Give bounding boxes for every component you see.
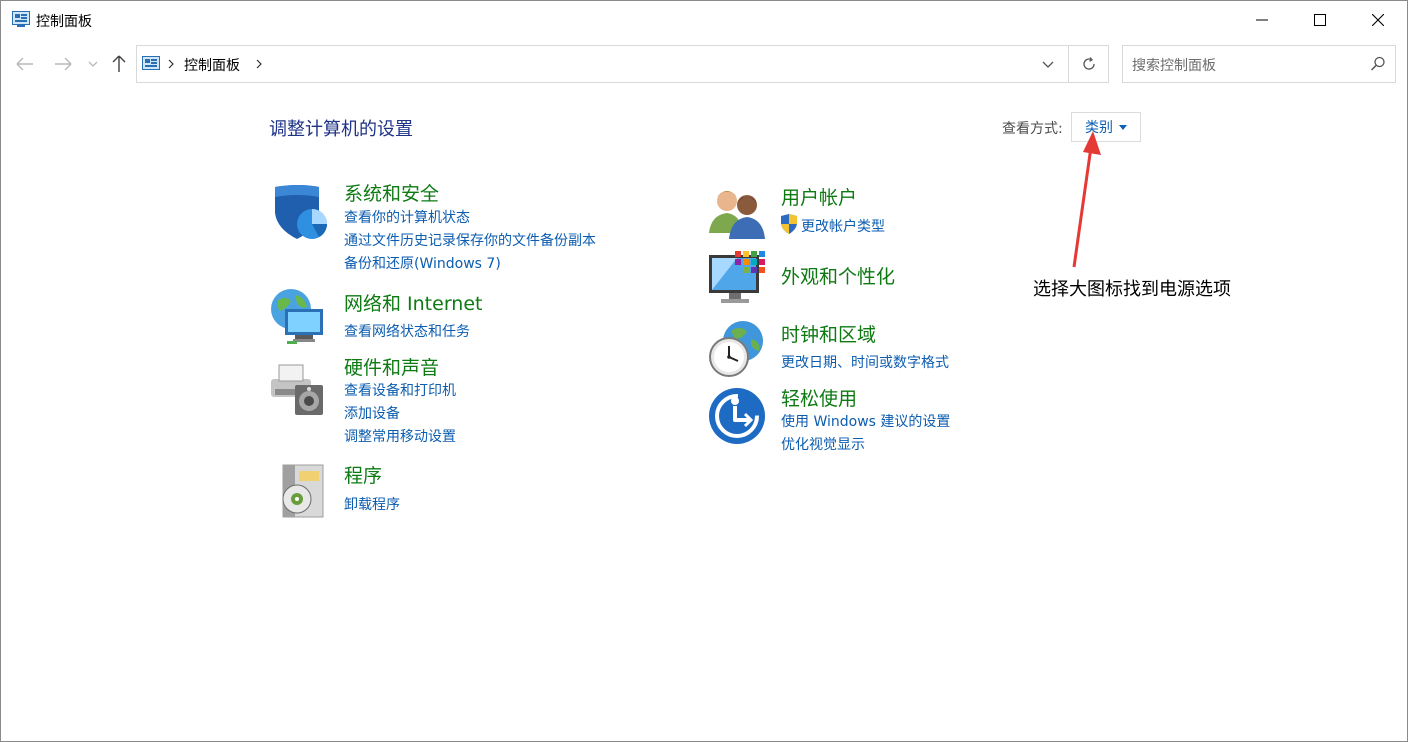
category-network-internet[interactable]: 网络和 Internet bbox=[344, 289, 482, 316]
up-button[interactable] bbox=[108, 51, 130, 77]
chevron-down-icon bbox=[88, 61, 98, 67]
back-arrow-icon bbox=[16, 57, 33, 71]
link-backup-restore[interactable]: 备份和还原(Windows 7) bbox=[344, 253, 501, 273]
link-add-device[interactable]: 添加设备 bbox=[344, 403, 400, 423]
breadcrumb-control-panel[interactable]: 控制面板 bbox=[184, 55, 240, 75]
chevron-right-icon bbox=[168, 59, 174, 69]
minimize-icon bbox=[1256, 19, 1268, 21]
up-arrow-icon bbox=[112, 55, 126, 72]
link-network-status[interactable]: 查看网络状态和任务 bbox=[344, 321, 470, 341]
category-hardware-sound[interactable]: 硬件和声音 bbox=[344, 353, 439, 380]
users-icon[interactable] bbox=[707, 183, 767, 243]
category-system-security[interactable]: 系统和安全 bbox=[344, 179, 439, 206]
link-view-computer-status[interactable]: 查看你的计算机状态 bbox=[344, 207, 470, 227]
refresh-button[interactable] bbox=[1068, 46, 1108, 82]
search-placeholder: 搜索控制面板 bbox=[1132, 58, 1216, 74]
category-appearance-personalization[interactable]: 外观和个性化 bbox=[781, 262, 895, 289]
link-change-date-time-format[interactable]: 更改日期、时间或数字格式 bbox=[781, 352, 949, 372]
category-ease-of-access[interactable]: 轻松使用 bbox=[781, 384, 857, 411]
ease-of-access-icon[interactable] bbox=[707, 386, 767, 446]
control-panel-icon bbox=[12, 11, 30, 27]
programs-disc-icon[interactable] bbox=[269, 461, 329, 521]
network-globe-icon[interactable] bbox=[269, 287, 329, 347]
annotation-arrow bbox=[1072, 131, 1101, 268]
maximize-icon bbox=[1314, 14, 1326, 26]
title-bar: 控制面板 bbox=[1, 1, 1407, 39]
forward-button[interactable] bbox=[52, 51, 74, 77]
caret-down-icon bbox=[1119, 124, 1127, 130]
page-title: 调整计算机的设置 bbox=[269, 119, 413, 140]
maximize-button[interactable] bbox=[1291, 1, 1349, 39]
category-clock-region[interactable]: 时钟和区域 bbox=[781, 320, 876, 347]
view-by-label: 查看方式: bbox=[1002, 121, 1063, 137]
link-devices-printers[interactable]: 查看设备和打印机 bbox=[344, 380, 456, 400]
search-icon[interactable] bbox=[1369, 55, 1387, 73]
forward-arrow-icon bbox=[55, 57, 72, 71]
minimize-button[interactable] bbox=[1233, 1, 1291, 39]
annotation-text: 选择大图标找到电源选项 bbox=[1033, 279, 1231, 300]
clock-globe-icon[interactable] bbox=[707, 319, 767, 379]
chevron-right-icon bbox=[256, 59, 262, 69]
link-mobility-settings[interactable]: 调整常用移动设置 bbox=[344, 426, 456, 446]
search-input[interactable]: 搜索控制面板 bbox=[1122, 45, 1396, 83]
close-button[interactable] bbox=[1349, 1, 1407, 39]
address-dropdown-button[interactable] bbox=[1033, 46, 1063, 82]
monitor-colors-icon[interactable] bbox=[707, 249, 767, 309]
link-file-history-backup[interactable]: 通过文件历史记录保存你的文件备份副本 bbox=[344, 230, 596, 250]
shield-icon[interactable] bbox=[269, 183, 329, 243]
chevron-down-icon bbox=[1042, 61, 1054, 68]
window-title: 控制面板 bbox=[36, 14, 92, 30]
breadcrumb-separator[interactable] bbox=[252, 55, 266, 73]
printer-speaker-icon[interactable] bbox=[269, 359, 329, 419]
uac-shield-icon bbox=[781, 214, 797, 234]
refresh-icon bbox=[1082, 57, 1095, 70]
link-uninstall-program[interactable]: 卸载程序 bbox=[344, 494, 400, 514]
control-panel-window: 控制面板 控制面板 搜索控制面板 调整计算机的设置 查看方式: 类别 系统和安全… bbox=[0, 0, 1408, 742]
breadcrumb-separator[interactable] bbox=[164, 55, 178, 73]
back-button[interactable] bbox=[14, 51, 36, 77]
category-programs[interactable]: 程序 bbox=[344, 461, 382, 488]
recent-locations-button[interactable] bbox=[85, 51, 101, 77]
link-windows-recommended-settings[interactable]: 使用 Windows 建议的设置 bbox=[781, 411, 950, 431]
link-change-account-type[interactable]: 更改帐户类型 bbox=[801, 216, 885, 236]
link-optimize-visual-display[interactable]: 优化视觉显示 bbox=[781, 434, 865, 454]
address-bar[interactable]: 控制面板 bbox=[136, 45, 1109, 83]
category-user-accounts[interactable]: 用户帐户 bbox=[781, 183, 857, 210]
close-icon bbox=[1372, 14, 1384, 26]
control-panel-icon bbox=[142, 56, 160, 70]
